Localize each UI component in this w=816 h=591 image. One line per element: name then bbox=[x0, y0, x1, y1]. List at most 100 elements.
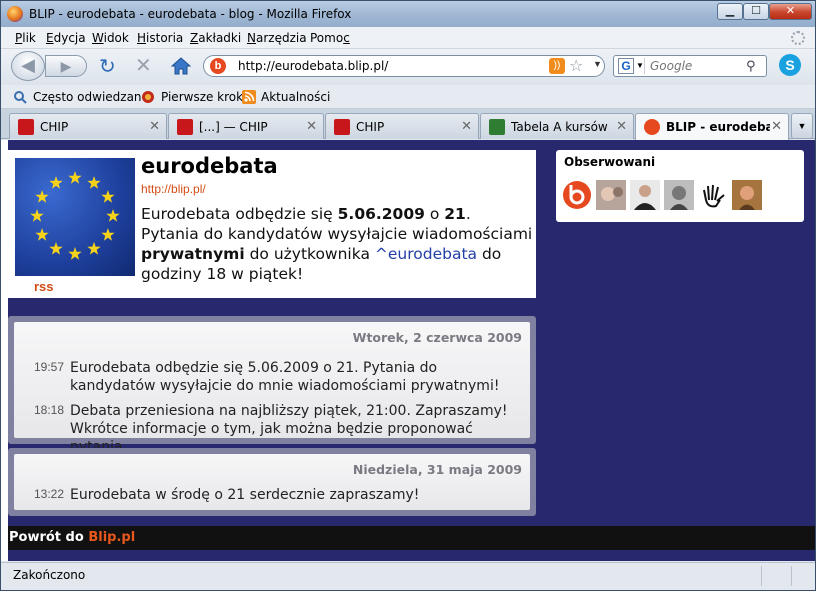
page-footer: Powrót do Blip.pl bbox=[8, 526, 815, 550]
entry-text: Eurodebata w środę o 21 serdecznie zapra… bbox=[70, 487, 420, 503]
blip-favicon-icon: b bbox=[210, 58, 226, 74]
day-date: Niedziela, 31 maja 2009 bbox=[352, 462, 522, 477]
menu-zakladki[interactable]: Zakładki bbox=[190, 31, 241, 45]
observed-avatar-1[interactable] bbox=[596, 180, 626, 210]
observed-avatar-4[interactable] bbox=[732, 180, 762, 210]
menu-rest: istoria bbox=[146, 31, 184, 45]
observed-title: Obserwowani bbox=[564, 155, 656, 169]
observed-avatar-blip-icon[interactable] bbox=[562, 180, 592, 210]
tab-chip-3[interactable]: CHIP ✕ bbox=[325, 113, 479, 139]
desc-private: prywatnymi bbox=[141, 245, 245, 263]
rss-feed-icon[interactable]: )) bbox=[549, 58, 565, 74]
status-bar: Zakończono bbox=[1, 562, 815, 590]
eu-star-icon bbox=[30, 209, 44, 222]
tab-list-button[interactable]: ▼ bbox=[791, 113, 813, 139]
tab-close-icon[interactable]: ✕ bbox=[149, 118, 160, 134]
maximize-button[interactable]: ☐ bbox=[743, 3, 769, 20]
desc-hour: 21 bbox=[444, 205, 466, 223]
search-input[interactable] bbox=[650, 58, 740, 74]
entry-time[interactable]: 13:22 bbox=[34, 487, 64, 501]
tab-close-icon[interactable]: ✕ bbox=[306, 118, 317, 134]
blip-favicon-icon bbox=[644, 119, 660, 135]
menu-rest: dycja bbox=[53, 31, 86, 45]
tab-label: CHIP bbox=[356, 120, 385, 134]
search-bar[interactable]: G ▼ ⚲ bbox=[613, 55, 767, 77]
close-button[interactable]: ✕ bbox=[769, 3, 812, 20]
observed-avatar-3[interactable] bbox=[664, 180, 694, 210]
entry-time[interactable]: 18:18 bbox=[34, 403, 64, 417]
entry-time[interactable]: 19:57 bbox=[34, 360, 64, 374]
eu-star-icon bbox=[87, 176, 101, 189]
menu-plik[interactable]: Plik bbox=[15, 31, 36, 45]
status-divider bbox=[791, 566, 792, 586]
desc-user-link[interactable]: ^eurodebata bbox=[375, 245, 477, 263]
bookmark-czesto-odwiedzane[interactable]: Często odwiedzane bbox=[33, 90, 149, 104]
tab-close-icon[interactable]: ✕ bbox=[616, 118, 627, 134]
eu-star-icon bbox=[68, 171, 82, 184]
menu-historia[interactable]: Historia bbox=[137, 31, 183, 45]
tab-close-icon[interactable]: ✕ bbox=[771, 118, 782, 134]
home-button[interactable] bbox=[170, 57, 192, 75]
entry-text: Eurodebata odbędzie się 5.06.2009 o 21. … bbox=[70, 360, 500, 394]
chip-favicon-icon bbox=[334, 119, 350, 135]
chip-favicon-icon bbox=[18, 119, 34, 135]
blip-home-link[interactable]: Blip.pl bbox=[88, 530, 135, 545]
blog-url-link[interactable]: http://blip.pl/ bbox=[141, 182, 206, 196]
menu-narzedzia[interactable]: Narzędzia bbox=[247, 31, 307, 45]
rss-bookmark-icon bbox=[242, 90, 256, 104]
day-group-2-czerwca: Wtorek, 2 czerwca 2009 19:57 Eurodebata … bbox=[8, 316, 536, 455]
day-group-31-maja: Niedziela, 31 maja 2009 13:22 Eurodebata… bbox=[8, 448, 536, 516]
status-divider bbox=[761, 566, 762, 586]
blog-title: eurodebata bbox=[141, 154, 278, 178]
stop-button[interactable]: ✕ bbox=[135, 56, 152, 76]
observed-avatar-2[interactable] bbox=[630, 180, 660, 210]
day-date: Wtorek, 2 czerwca 2009 bbox=[352, 330, 522, 345]
search-icon[interactable]: ⚲ bbox=[746, 58, 756, 74]
throbber-icon bbox=[791, 31, 805, 45]
menu-widok[interactable]: Widok bbox=[92, 31, 129, 45]
eu-stars-icon bbox=[30, 171, 120, 260]
observed-avatar-hand-icon[interactable] bbox=[698, 180, 728, 210]
tab-nbp-kursy[interactable]: Tabela A kursów ... ✕ bbox=[480, 113, 634, 139]
menu-rest: Pomo bbox=[310, 31, 344, 45]
eu-star-icon bbox=[49, 176, 63, 189]
window-title: BLIP - eurodebata - eurodebata - blog - … bbox=[29, 7, 352, 21]
footer-prefix: Powrót do bbox=[9, 530, 89, 545]
menu-rest: lik bbox=[22, 31, 36, 45]
url-input[interactable]: http://eurodebata.blip.pl/ bbox=[238, 59, 388, 73]
search-engine-selector[interactable]: G ▼ bbox=[617, 58, 645, 74]
eu-star-icon bbox=[101, 228, 115, 241]
menu-accel: c bbox=[343, 31, 350, 45]
menu-edycja[interactable]: Edycja bbox=[46, 31, 86, 45]
observed-panel: Obserwowani bbox=[556, 150, 804, 222]
tab-chip-2[interactable]: [...] — CHIP ✕ bbox=[168, 113, 324, 139]
menu-rest: idok bbox=[103, 31, 129, 45]
footer-text: Powrót do Blip.pl bbox=[9, 530, 135, 545]
browser-window: BLIP - eurodebata - eurodebata - blog - … bbox=[0, 0, 816, 591]
url-bar[interactable]: b http://eurodebata.blip.pl/ )) ☆ ▼ bbox=[203, 55, 605, 77]
bookmark-aktualnosci[interactable]: Aktualności bbox=[261, 90, 330, 104]
reload-button[interactable]: ↻ bbox=[99, 57, 116, 77]
desc-part: Eurodebata odbędzie się bbox=[141, 205, 338, 223]
menu-pomoc[interactable]: Pomoc bbox=[310, 31, 350, 45]
menu-accel: W bbox=[92, 31, 104, 45]
status-text: Zakończono bbox=[13, 568, 86, 582]
menu-rest: akładki bbox=[198, 31, 242, 45]
bookmark-star-icon[interactable]: ☆ bbox=[569, 56, 583, 76]
blog-description: Eurodebata odbędzie się 5.06.2009 o 21. … bbox=[141, 204, 533, 284]
forward-button[interactable]: ▶ bbox=[45, 55, 87, 77]
skype-icon[interactable]: S bbox=[779, 54, 801, 76]
bookmark-pierwsze-kroki[interactable]: Pierwsze kroki bbox=[161, 90, 246, 104]
minimize-button[interactable]: ▁ bbox=[717, 3, 743, 20]
chevron-down-icon: ▼ bbox=[636, 61, 644, 70]
tab-close-icon[interactable]: ✕ bbox=[461, 118, 472, 134]
tab-chip-1[interactable]: CHIP ✕ bbox=[9, 113, 167, 139]
rss-link[interactable]: rss bbox=[34, 279, 54, 294]
day-panel: Niedziela, 31 maja 2009 13:22 Eurodebata… bbox=[14, 454, 530, 510]
url-dropdown-icon[interactable]: ▼ bbox=[593, 59, 602, 69]
eu-star-icon bbox=[101, 190, 115, 203]
eu-star-icon bbox=[49, 241, 63, 255]
back-button[interactable]: ◀ bbox=[11, 51, 45, 81]
tab-blip-active[interactable]: BLIP - eurodeba... ✕ bbox=[635, 113, 789, 140]
tab-label: BLIP - eurodeba... bbox=[666, 120, 770, 134]
